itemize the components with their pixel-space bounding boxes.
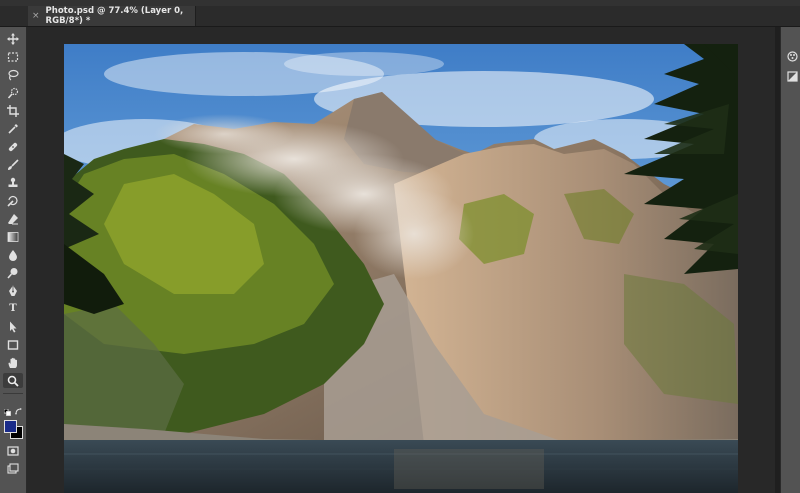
drop-icon — [9, 249, 17, 261]
dodge-tool[interactable] — [3, 265, 23, 280]
bandage-icon — [8, 142, 18, 151]
screen-mode-icon — [7, 462, 19, 474]
dodge-icon — [7, 267, 18, 279]
zoom-tool[interactable] — [3, 373, 23, 388]
lasso-tool[interactable] — [3, 67, 23, 82]
toolbar-divider — [3, 393, 23, 394]
close-tab-icon[interactable]: × — [32, 11, 40, 21]
marquee-tool[interactable] — [3, 49, 23, 64]
move-tool[interactable] — [3, 31, 23, 46]
type-icon: T — [9, 303, 17, 314]
crop-tool[interactable] — [3, 103, 23, 118]
move-icon — [7, 32, 19, 45]
quick-mask-button[interactable] — [3, 443, 23, 458]
adjustments-icon — [786, 70, 798, 82]
color-panel-icon — [786, 50, 798, 62]
color-panel-button[interactable] — [785, 49, 799, 63]
crop-icon — [7, 104, 19, 117]
history-brush-tool[interactable] — [3, 193, 23, 208]
hand-tool[interactable] — [3, 355, 23, 370]
eyedropper-icon — [8, 123, 18, 134]
stamp-icon — [8, 177, 18, 187]
rect-marquee-icon — [7, 51, 19, 62]
default-colors-icon[interactable] — [4, 409, 11, 416]
document-tab-title: Photo.psd @ 77.4% (Layer 0, RGB/8*) * — [45, 6, 184, 26]
document-tab[interactable]: × Photo.psd @ 77.4% (Layer 0, RGB/8*) * — [28, 6, 196, 26]
collapsed-panels-dock — [780, 27, 800, 493]
shape-tool[interactable] — [3, 337, 23, 352]
gradient-icon — [7, 231, 19, 242]
path-select-tool[interactable] — [3, 319, 23, 334]
blur-tool[interactable] — [3, 247, 23, 262]
pen-icon — [9, 285, 17, 296]
adjustments-panel-button[interactable] — [785, 69, 799, 83]
swap-colors-icon[interactable] — [15, 408, 23, 416]
eraser-tool[interactable] — [3, 211, 23, 226]
healing-brush-tool[interactable] — [3, 139, 23, 154]
quick-mask-icon — [7, 445, 19, 456]
screen-mode-button[interactable] — [3, 461, 23, 476]
quick-select-icon — [7, 87, 19, 99]
pen-tool[interactable] — [3, 283, 23, 298]
quick-select-tool[interactable] — [3, 85, 23, 100]
eyedropper-tool[interactable] — [3, 121, 23, 136]
foreground-color-swatch[interactable] — [4, 420, 17, 433]
lasso-icon — [8, 69, 19, 81]
brush-tool[interactable] — [3, 157, 23, 172]
tools-panel: T — [0, 27, 27, 493]
gradient-tool[interactable] — [3, 229, 23, 244]
magnifier-icon — [7, 375, 19, 387]
type-tool[interactable]: T — [3, 301, 23, 316]
hand-icon — [8, 357, 17, 368]
history-brush-icon — [7, 195, 18, 207]
document-tab-bar: × Photo.psd @ 77.4% (Layer 0, RGB/8*) * — [0, 6, 800, 27]
document-canvas[interactable] — [64, 44, 738, 493]
landscape-photo — [64, 44, 738, 493]
brush-icon — [8, 158, 19, 170]
eraser-icon — [8, 213, 18, 224]
arrow-icon — [10, 321, 17, 332]
rectangle-icon — [7, 339, 19, 350]
clone-stamp-tool[interactable] — [3, 175, 23, 190]
